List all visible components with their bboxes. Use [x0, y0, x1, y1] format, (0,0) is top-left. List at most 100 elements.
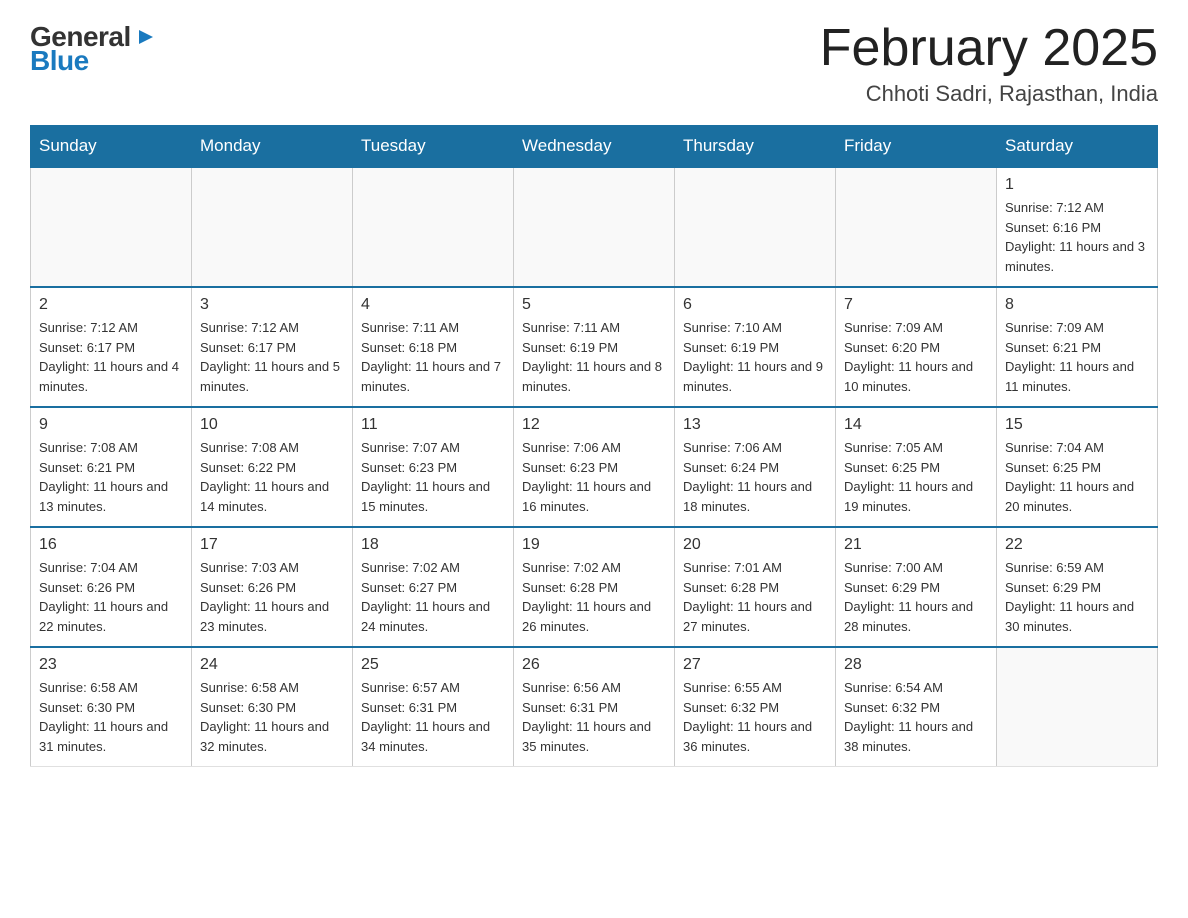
day-number: 26	[522, 656, 666, 674]
sun-info: Sunrise: 6:56 AM Sunset: 6:31 PM Dayligh…	[522, 678, 666, 756]
calendar-cell: 10 Sunrise: 7:08 AM Sunset: 6:22 PM Dayli…	[192, 407, 353, 527]
page-header: General Blue February 2025 Chhoti Sadri,…	[30, 20, 1158, 107]
day-number: 21	[844, 536, 988, 554]
header-wednesday: Wednesday	[514, 126, 675, 168]
sun-info: Sunrise: 6:55 AM Sunset: 6:32 PM Dayligh…	[683, 678, 827, 756]
calendar-cell: 22 Sunrise: 6:59 AM Sunset: 6:29 PM Dayli…	[997, 527, 1158, 647]
header-monday: Monday	[192, 126, 353, 168]
day-number: 18	[361, 536, 505, 554]
sun-info: Sunrise: 6:54 AM Sunset: 6:32 PM Dayligh…	[844, 678, 988, 756]
header-friday: Friday	[836, 126, 997, 168]
sun-info: Sunrise: 7:12 AM Sunset: 6:17 PM Dayligh…	[200, 318, 344, 396]
calendar-cell	[192, 167, 353, 287]
calendar-cell: 26 Sunrise: 6:56 AM Sunset: 6:31 PM Dayli…	[514, 647, 675, 767]
month-title: February 2025	[820, 20, 1158, 77]
sun-info: Sunrise: 7:03 AM Sunset: 6:26 PM Dayligh…	[200, 558, 344, 636]
sun-info: Sunrise: 7:12 AM Sunset: 6:16 PM Dayligh…	[1005, 198, 1149, 276]
day-number: 16	[39, 536, 183, 554]
sun-info: Sunrise: 7:11 AM Sunset: 6:18 PM Dayligh…	[361, 318, 505, 396]
calendar-week-5: 23 Sunrise: 6:58 AM Sunset: 6:30 PM Dayli…	[31, 647, 1158, 767]
calendar-cell: 4 Sunrise: 7:11 AM Sunset: 6:18 PM Daylig…	[353, 287, 514, 407]
sun-info: Sunrise: 7:12 AM Sunset: 6:17 PM Dayligh…	[39, 318, 183, 396]
calendar-cell: 6 Sunrise: 7:10 AM Sunset: 6:19 PM Daylig…	[675, 287, 836, 407]
calendar-header-row: SundayMondayTuesdayWednesdayThursdayFrid…	[31, 126, 1158, 168]
day-number: 2	[39, 296, 183, 314]
day-number: 7	[844, 296, 988, 314]
calendar-week-4: 16 Sunrise: 7:04 AM Sunset: 6:26 PM Dayli…	[31, 527, 1158, 647]
sun-info: Sunrise: 6:58 AM Sunset: 6:30 PM Dayligh…	[39, 678, 183, 756]
calendar-cell	[997, 647, 1158, 767]
calendar-cell: 13Sunrise: 7:06 AM Sunset: 6:24 PM Dayli…	[675, 407, 836, 527]
calendar-cell: 3 Sunrise: 7:12 AM Sunset: 6:17 PM Daylig…	[192, 287, 353, 407]
day-number: 28	[844, 656, 988, 674]
sun-info: Sunrise: 7:06 AM Sunset: 6:23 PM Dayligh…	[522, 438, 666, 516]
sun-info: Sunrise: 7:08 AM Sunset: 6:22 PM Dayligh…	[200, 438, 344, 516]
calendar-cell	[353, 167, 514, 287]
day-number: 22	[1005, 536, 1149, 554]
calendar-cell: 27Sunrise: 6:55 AM Sunset: 6:32 PM Dayli…	[675, 647, 836, 767]
calendar-week-2: 2 Sunrise: 7:12 AM Sunset: 6:17 PM Daylig…	[31, 287, 1158, 407]
calendar-cell	[836, 167, 997, 287]
logo-blue-text: Blue	[30, 45, 89, 77]
day-number: 12	[522, 416, 666, 434]
day-number: 25	[361, 656, 505, 674]
sun-info: Sunrise: 7:02 AM Sunset: 6:28 PM Dayligh…	[522, 558, 666, 636]
calendar-cell	[31, 167, 192, 287]
calendar-cell: 2 Sunrise: 7:12 AM Sunset: 6:17 PM Daylig…	[31, 287, 192, 407]
day-number: 11	[361, 416, 505, 434]
calendar-cell: 17 Sunrise: 7:03 AM Sunset: 6:26 PM Dayli…	[192, 527, 353, 647]
calendar-cell: 7Sunrise: 7:09 AM Sunset: 6:20 PM Daylig…	[836, 287, 997, 407]
day-number: 1	[1005, 176, 1149, 194]
sun-info: Sunrise: 6:58 AM Sunset: 6:30 PM Dayligh…	[200, 678, 344, 756]
calendar-cell: 14Sunrise: 7:05 AM Sunset: 6:25 PM Dayli…	[836, 407, 997, 527]
calendar-cell	[675, 167, 836, 287]
calendar-cell: 25Sunrise: 6:57 AM Sunset: 6:31 PM Dayli…	[353, 647, 514, 767]
calendar-cell: 20 Sunrise: 7:01 AM Sunset: 6:28 PM Dayli…	[675, 527, 836, 647]
calendar-cell: 15Sunrise: 7:04 AM Sunset: 6:25 PM Dayli…	[997, 407, 1158, 527]
header-sunday: Sunday	[31, 126, 192, 168]
calendar-cell: 11 Sunrise: 7:07 AM Sunset: 6:23 PM Dayli…	[353, 407, 514, 527]
sun-info: Sunrise: 7:04 AM Sunset: 6:26 PM Dayligh…	[39, 558, 183, 636]
calendar-cell: 12 Sunrise: 7:06 AM Sunset: 6:23 PM Dayli…	[514, 407, 675, 527]
calendar-cell: 28 Sunrise: 6:54 AM Sunset: 6:32 PM Dayli…	[836, 647, 997, 767]
calendar-cell: 18 Sunrise: 7:02 AM Sunset: 6:27 PM Dayli…	[353, 527, 514, 647]
day-number: 19	[522, 536, 666, 554]
calendar-cell: 8 Sunrise: 7:09 AM Sunset: 6:21 PM Daylig…	[997, 287, 1158, 407]
calendar-table: SundayMondayTuesdayWednesdayThursdayFrid…	[30, 125, 1158, 767]
sun-info: Sunrise: 7:06 AM Sunset: 6:24 PM Dayligh…	[683, 438, 827, 516]
day-number: 9	[39, 416, 183, 434]
sun-info: Sunrise: 7:01 AM Sunset: 6:28 PM Dayligh…	[683, 558, 827, 636]
day-number: 10	[200, 416, 344, 434]
sun-info: Sunrise: 7:10 AM Sunset: 6:19 PM Dayligh…	[683, 318, 827, 396]
calendar-cell: 1 Sunrise: 7:12 AM Sunset: 6:16 PM Daylig…	[997, 167, 1158, 287]
header-tuesday: Tuesday	[353, 126, 514, 168]
logo-arrow-icon	[135, 26, 157, 48]
day-number: 23	[39, 656, 183, 674]
header-thursday: Thursday	[675, 126, 836, 168]
sun-info: Sunrise: 7:08 AM Sunset: 6:21 PM Dayligh…	[39, 438, 183, 516]
calendar-cell	[514, 167, 675, 287]
calendar-cell: 5Sunrise: 7:11 AM Sunset: 6:19 PM Daylig…	[514, 287, 675, 407]
day-number: 6	[683, 296, 827, 314]
calendar-cell: 21 Sunrise: 7:00 AM Sunset: 6:29 PM Dayli…	[836, 527, 997, 647]
calendar-cell: 9 Sunrise: 7:08 AM Sunset: 6:21 PM Daylig…	[31, 407, 192, 527]
calendar-week-1: 1 Sunrise: 7:12 AM Sunset: 6:16 PM Daylig…	[31, 167, 1158, 287]
header-saturday: Saturday	[997, 126, 1158, 168]
sun-info: Sunrise: 7:09 AM Sunset: 6:21 PM Dayligh…	[1005, 318, 1149, 396]
sun-info: Sunrise: 7:07 AM Sunset: 6:23 PM Dayligh…	[361, 438, 505, 516]
logo: General Blue	[30, 20, 157, 77]
calendar-cell: 23 Sunrise: 6:58 AM Sunset: 6:30 PM Dayli…	[31, 647, 192, 767]
title-block: February 2025 Chhoti Sadri, Rajasthan, I…	[820, 20, 1158, 107]
sun-info: Sunrise: 6:59 AM Sunset: 6:29 PM Dayligh…	[1005, 558, 1149, 636]
day-number: 4	[361, 296, 505, 314]
day-number: 3	[200, 296, 344, 314]
day-number: 20	[683, 536, 827, 554]
day-number: 17	[200, 536, 344, 554]
calendar-cell: 24 Sunrise: 6:58 AM Sunset: 6:30 PM Dayli…	[192, 647, 353, 767]
day-number: 5	[522, 296, 666, 314]
day-number: 24	[200, 656, 344, 674]
sun-info: Sunrise: 7:04 AM Sunset: 6:25 PM Dayligh…	[1005, 438, 1149, 516]
sun-info: Sunrise: 7:00 AM Sunset: 6:29 PM Dayligh…	[844, 558, 988, 636]
day-number: 8	[1005, 296, 1149, 314]
sun-info: Sunrise: 7:02 AM Sunset: 6:27 PM Dayligh…	[361, 558, 505, 636]
